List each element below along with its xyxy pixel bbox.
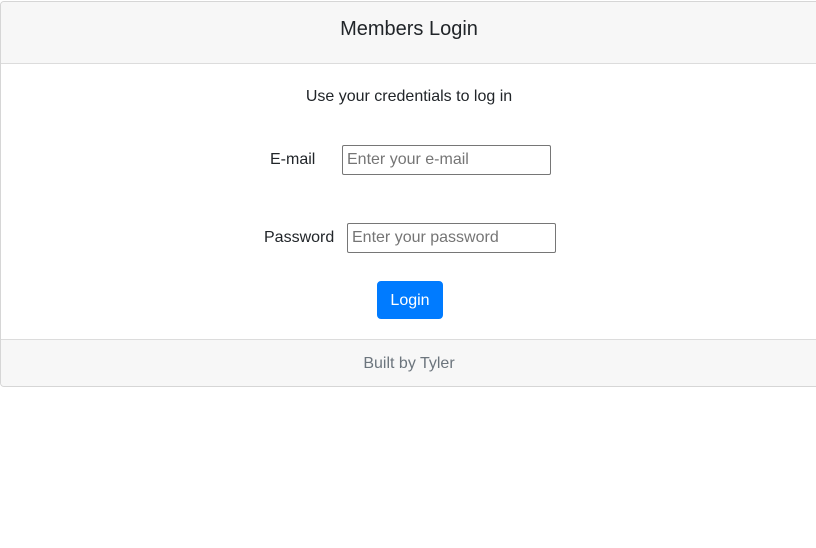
footer-credit: Built by Tyler — [363, 355, 455, 372]
card-footer: Built by Tyler — [1, 339, 816, 386]
login-instructions: Use your credentials to log in — [305, 88, 513, 105]
email-field[interactable] — [342, 145, 551, 175]
password-label: Password — [264, 229, 335, 246]
password-field[interactable] — [347, 223, 556, 253]
login-button[interactable]: Login — [377, 281, 443, 319]
page-title: Members Login — [340, 18, 478, 40]
login-card: Members Login Use your credentials to lo… — [0, 1, 816, 387]
card-header: Members Login — [1, 2, 816, 64]
email-label: E-mail — [270, 151, 316, 168]
